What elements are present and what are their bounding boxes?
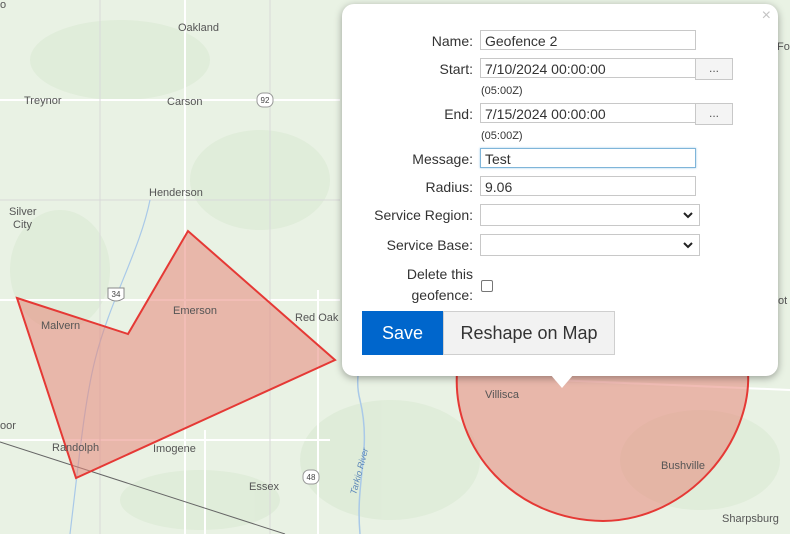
delete-label-line1: Delete this [406, 266, 473, 282]
service-region-select[interactable] [480, 204, 700, 226]
geofence-popup: × Name: Geofence 2 Start: 7/10/2024 00:0… [342, 4, 778, 376]
place-label-edge-left: oor [0, 420, 16, 432]
start-timezone: (05:00Z) [481, 85, 523, 97]
start-label: Start: [439, 61, 473, 77]
service-base-value [481, 236, 485, 251]
service-region-value [481, 206, 485, 221]
highway-48-shield: 48 [302, 469, 320, 485]
place-label-imogene: Imogene [153, 443, 196, 455]
start-picker-button[interactable]: ... [695, 58, 733, 80]
delete-label-line2: geofence: [411, 287, 474, 303]
end-picker-button[interactable]: ... [695, 103, 733, 125]
delete-checkbox[interactable] [481, 280, 493, 292]
place-label-randolph: Randolph [52, 442, 99, 454]
svg-text:48: 48 [307, 473, 316, 482]
service-region-label: Service Region: [374, 207, 473, 223]
place-label-oakland: Oakland [178, 22, 219, 34]
place-label-red-oak: Red Oak [295, 312, 339, 324]
place-label-edge: o [0, 0, 6, 11]
message-input[interactable]: Test [480, 148, 696, 168]
reshape-on-map-button[interactable]: Reshape on Map [443, 311, 615, 355]
chevron-down-icon [683, 212, 693, 219]
place-label-emerson: Emerson [173, 305, 217, 317]
end-label: End: [444, 106, 473, 122]
service-base-select[interactable] [480, 234, 700, 256]
svg-text:34: 34 [112, 290, 121, 299]
svg-text:92: 92 [261, 96, 270, 105]
place-label-essex: Essex [249, 481, 279, 493]
place-label-edge-right-mid: ot [778, 295, 787, 307]
place-label-treynor: Treynor [24, 95, 62, 107]
place-label-edge-right-top: Fo [777, 41, 790, 53]
start-input[interactable]: 7/10/2024 00:00:00 [480, 58, 696, 78]
radius-label: Radius: [425, 179, 473, 195]
place-label-bushville: Bushville [661, 460, 705, 472]
place-label-henderson: Henderson [149, 187, 203, 199]
save-button[interactable]: Save [362, 311, 443, 355]
popup-pointer [550, 374, 574, 388]
place-label-malvern: Malvern [41, 320, 80, 332]
service-base-label: Service Base: [386, 237, 473, 253]
end-timezone: (05:00Z) [481, 130, 523, 142]
place-label-silver: Silver [9, 206, 37, 218]
name-label: Name: [431, 33, 473, 49]
close-icon[interactable]: × [762, 7, 771, 25]
radius-input[interactable]: 9.06 [480, 176, 696, 196]
message-label: Message: [412, 151, 473, 167]
name-input[interactable]: Geofence 2 [480, 30, 696, 50]
highway-34-shield: 34 [107, 287, 125, 302]
end-input[interactable]: 7/15/2024 00:00:00 [480, 103, 696, 123]
place-label-sharpsburg: Sharpsburg [722, 513, 779, 525]
chevron-down-icon [683, 242, 693, 249]
place-label-villisca: Villisca [485, 389, 520, 401]
place-label-city: City [13, 219, 32, 231]
place-label-carson: Carson [167, 96, 202, 108]
highway-92-shield: 92 [256, 92, 274, 108]
